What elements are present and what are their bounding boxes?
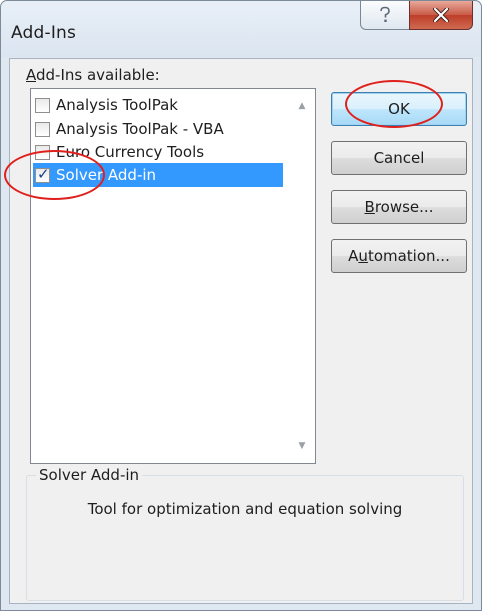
list-item-analysis-toolpak[interactable]: Analysis ToolPak [33,93,293,117]
list-item-euro-currency-tools[interactable]: Euro Currency Tools [33,140,293,164]
list-item-label: Solver Add-in [56,166,157,184]
list-item-solver-add-in[interactable]: ✓ Solver Add-in [33,163,283,187]
add-ins-available-label: Add-Ins available: [26,66,160,84]
description-groupbox [26,475,464,601]
title-bar[interactable]: Add-Ins [1,1,481,57]
scroll-up-arrow-icon[interactable]: ▲ [295,99,309,113]
help-icon [380,6,390,22]
description-text: Tool for optimization and equation solvi… [87,500,403,518]
ok-button[interactable]: OK [331,92,467,126]
checkbox-euro-currency-tools[interactable] [35,144,50,160]
browse-button[interactable]: Browse... [331,190,467,224]
checkbox-analysis-toolpak[interactable] [35,97,50,113]
close-icon [433,8,449,22]
dialog-title: Add-Ins [11,23,77,43]
list-item-label: Analysis ToolPak [56,96,178,114]
cancel-button[interactable]: Cancel [331,141,467,175]
close-button[interactable] [409,1,473,30]
list-item-analysis-toolpak-vba[interactable]: Analysis ToolPak - VBA [33,117,293,141]
list-item-label: Euro Currency Tools [56,143,205,161]
checkbox-analysis-toolpak-vba[interactable] [35,121,50,137]
list-item-label: Analysis ToolPak - VBA [56,120,224,138]
help-button[interactable] [360,1,410,30]
scroll-down-arrow-icon[interactable]: ▼ [295,439,309,453]
caption-buttons [360,1,473,32]
check-icon: ✓ [37,164,50,183]
checkbox-solver-add-in[interactable]: ✓ [35,164,50,183]
add-ins-listbox[interactable]: Analysis ToolPak Analysis ToolPak - VBA … [30,88,316,464]
automation-button[interactable]: Au tomation... [331,239,467,273]
description-title: Solver Add-in [36,466,143,484]
